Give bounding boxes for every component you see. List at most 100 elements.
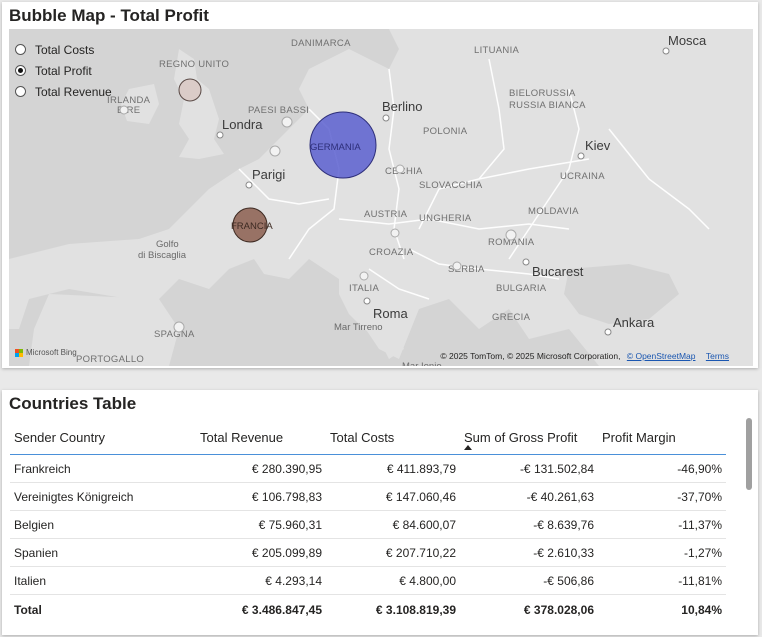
svg-text:UNGHERIA: UNGHERIA [419, 213, 472, 224]
svg-text:POLONIA: POLONIA [423, 126, 468, 137]
table-total-row: Total € 3.486.847,45 € 3.108.819,39 € 37… [10, 594, 726, 625]
table-row[interactable]: Spanien € 205.099,89 € 207.710,22 -€ 2.6… [10, 538, 726, 567]
svg-text:AUSTRIA: AUSTRIA [364, 209, 408, 220]
table-row[interactable]: Belgien € 75.960,31 € 84.600,07 -€ 8.639… [10, 510, 726, 539]
cell-country: Vereinigtes Königreich [10, 482, 196, 511]
cell-revenue: € 75.960,31 [196, 510, 326, 539]
svg-text:CROAZIA: CROAZIA [369, 247, 414, 258]
map-graphic: DANIMARCA LITUANIA REGNO UNITO IRLANDA E… [9, 29, 753, 366]
svg-text:Kiev: Kiev [585, 138, 611, 153]
svg-text:SPAGNA: SPAGNA [154, 329, 195, 340]
column-header-label: Sum of Gross Profit [464, 429, 578, 445]
bing-label: Microsoft Bing [26, 348, 77, 357]
openstreetmap-link[interactable]: © OpenStreetMap [627, 351, 696, 361]
cell-margin: -11,81% [598, 566, 726, 595]
cell-costs: € 147.060,46 [326, 482, 460, 511]
cell-costs: € 4.800,00 [326, 566, 460, 595]
legend-label: Total Revenue [35, 84, 112, 99]
radio-icon[interactable] [15, 44, 26, 55]
cell-profit: -€ 506,86 [460, 566, 598, 595]
svg-text:Golfo: Golfo [156, 239, 179, 250]
svg-text:Ankara: Ankara [613, 315, 655, 330]
legend-item-total-revenue[interactable]: Total Revenue [15, 81, 112, 102]
svg-text:REGNO UNITO: REGNO UNITO [159, 59, 229, 70]
column-header-gross-profit[interactable]: Sum of Gross Profit [460, 420, 598, 455]
cell-costs: € 84.600,07 [326, 510, 460, 539]
svg-text:Roma: Roma [373, 306, 408, 321]
bubble-label-germany: GERMANIA [310, 142, 361, 153]
svg-text:MOLDAVIA: MOLDAVIA [528, 206, 579, 217]
copyright-text: © 2025 TomTom, © 2025 Microsoft Corporat… [440, 351, 621, 361]
svg-text:Mar Ionio: Mar Ionio [402, 361, 442, 366]
svg-text:Berlino: Berlino [382, 99, 422, 114]
cell-revenue: € 205.099,89 [196, 538, 326, 567]
svg-text:BIELORUSSIA: BIELORUSSIA [509, 88, 576, 99]
svg-text:UCRAINA: UCRAINA [560, 171, 605, 182]
svg-text:ITALIA: ITALIA [349, 283, 379, 294]
svg-text:Parigi: Parigi [252, 167, 285, 182]
svg-text:RUSSIA BIANCA: RUSSIA BIANCA [509, 100, 586, 111]
cell-revenue: € 280.390,95 [196, 454, 326, 483]
table-title: Countries Table [9, 394, 137, 413]
cell-country: Spanien [10, 538, 196, 567]
cell-margin: -11,37% [598, 510, 726, 539]
cell-revenue: € 106.798,83 [196, 482, 326, 511]
total-margin: 10,84% [598, 594, 726, 625]
svg-text:BULGARIA: BULGARIA [496, 283, 547, 294]
legend-item-total-costs[interactable]: Total Costs [15, 39, 112, 60]
cell-profit: -€ 131.502,84 [460, 454, 598, 483]
map-canvas[interactable]: DANIMARCA LITUANIA REGNO UNITO IRLANDA E… [9, 29, 753, 366]
total-profit: € 378.028,06 [460, 594, 598, 625]
bing-attribution: Microsoft Bing [15, 348, 77, 357]
countries-table: Sender Country Total Revenue Total Costs… [10, 420, 726, 625]
map-legend: Total Costs Total Profit Total Revenue [15, 39, 112, 102]
cell-costs: € 411.893,79 [326, 454, 460, 483]
cell-profit: -€ 40.261,63 [460, 482, 598, 511]
terms-link[interactable]: Terms [706, 351, 729, 361]
column-header-sender-country[interactable]: Sender Country [10, 420, 196, 455]
svg-text:SLOVACCHIA: SLOVACCHIA [419, 180, 483, 191]
sort-ascending-icon [464, 445, 472, 450]
svg-text:Londra: Londra [222, 117, 263, 132]
bubble-uk [178, 78, 202, 102]
bubble-label-france: FRANCIA [231, 221, 273, 232]
map-title: Bubble Map - Total Profit [9, 6, 209, 25]
cell-costs: € 207.710,22 [326, 538, 460, 567]
total-label: Total [10, 594, 196, 625]
column-header-profit-margin[interactable]: Profit Margin [598, 420, 726, 455]
svg-text:Mar Tirreno: Mar Tirreno [334, 322, 383, 333]
cell-revenue: € 4.293,14 [196, 566, 326, 595]
cell-margin: -1,27% [598, 538, 726, 567]
svg-text:DANIMARCA: DANIMARCA [291, 38, 351, 49]
map-copyright: © 2025 TomTom, © 2025 Microsoft Corporat… [440, 351, 729, 361]
bubble-map-visual[interactable]: Bubble Map - Total Profit DANIMARCA LITU… [2, 2, 758, 368]
total-revenue: € 3.486.847,45 [196, 594, 326, 625]
cell-profit: -€ 8.639,76 [460, 510, 598, 539]
svg-text:di Biscaglia: di Biscaglia [138, 250, 187, 261]
cell-country: Italien [10, 566, 196, 595]
table-row[interactable]: Vereinigtes Königreich € 106.798,83 € 14… [10, 482, 726, 511]
svg-text:PORTOGALLO: PORTOGALLO [76, 354, 144, 365]
svg-text:Mosca: Mosca [668, 33, 707, 48]
microsoft-logo-icon [15, 348, 23, 357]
vertical-scrollbar[interactable] [746, 418, 752, 490]
cell-margin: -46,90% [598, 454, 726, 483]
legend-item-total-profit[interactable]: Total Profit [15, 60, 112, 81]
legend-label: Total Profit [35, 63, 92, 78]
table-header-row: Sender Country Total Revenue Total Costs… [10, 420, 726, 455]
svg-text:GRECIA: GRECIA [492, 312, 531, 323]
svg-text:Bucarest: Bucarest [532, 264, 584, 279]
radio-icon[interactable] [15, 86, 26, 97]
column-header-total-revenue[interactable]: Total Revenue [196, 420, 326, 455]
total-costs: € 3.108.819,39 [326, 594, 460, 625]
column-header-total-costs[interactable]: Total Costs [326, 420, 460, 455]
table-row[interactable]: Italien € 4.293,14 € 4.800,00 -€ 506,86 … [10, 566, 726, 595]
legend-label: Total Costs [35, 42, 95, 57]
radio-selected-icon[interactable] [15, 65, 26, 76]
countries-table-visual[interactable]: Countries Table Sender Country Total Rev… [2, 390, 758, 635]
cell-country: Belgien [10, 510, 196, 539]
svg-text:LITUANIA: LITUANIA [474, 45, 520, 56]
cell-margin: -37,70% [598, 482, 726, 511]
cell-profit: -€ 2.610,33 [460, 538, 598, 567]
table-row[interactable]: Frankreich € 280.390,95 € 411.893,79 -€ … [10, 454, 726, 483]
